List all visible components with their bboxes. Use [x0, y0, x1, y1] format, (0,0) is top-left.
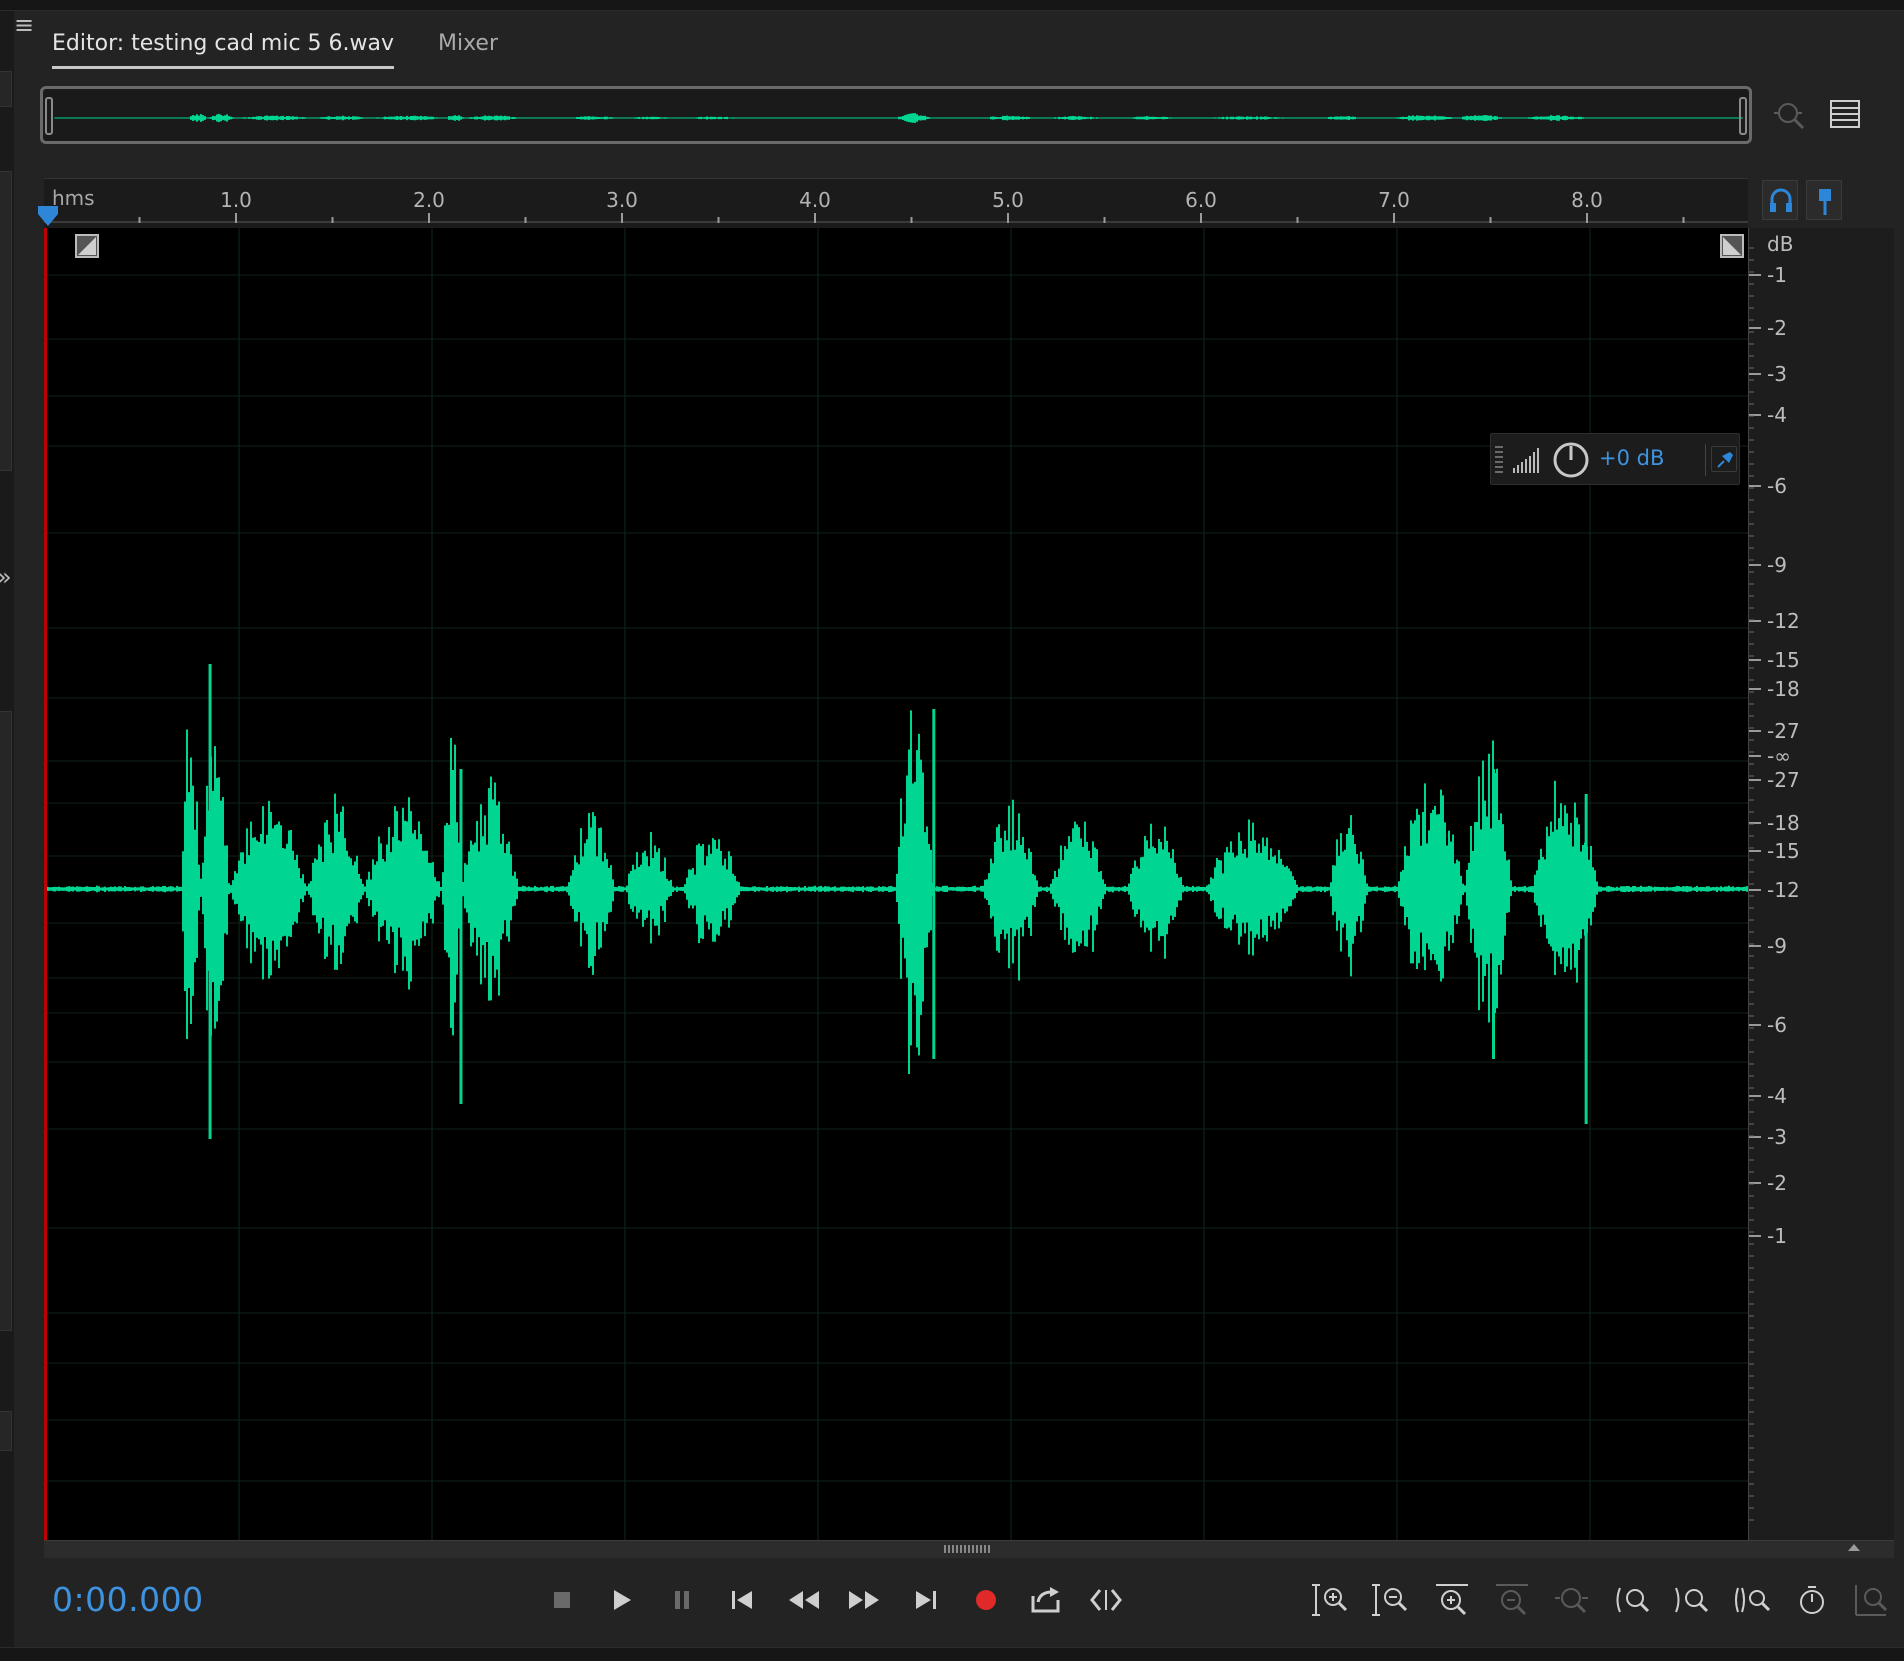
- ruler-tick-label: 2.0: [413, 188, 445, 212]
- db-scale-label: -4: [1767, 403, 1787, 427]
- gain-value: +0 dB: [1599, 446, 1665, 470]
- zoom-in-time-icon[interactable]: [1430, 1578, 1474, 1622]
- zoom-out-point-icon[interactable]: [1670, 1578, 1714, 1622]
- db-scale-label: -2: [1767, 316, 1787, 340]
- db-scale-label: -15: [1767, 648, 1800, 672]
- fast-forward-button[interactable]: [842, 1578, 886, 1622]
- db-scale-label: -12: [1767, 878, 1800, 902]
- db-scale-label: -15: [1767, 839, 1800, 863]
- horizontal-scrollbar[interactable]: [44, 1540, 1894, 1558]
- pause-button[interactable]: [660, 1578, 704, 1622]
- transport-bar: 0:00.000: [14, 1558, 1904, 1647]
- tab-editor[interactable]: Editor: testing cad mic 5 6.wav: [52, 31, 395, 69]
- panel-tabs: Editor: testing cad mic 5 6.wav ≡ Mixer: [14, 11, 1904, 71]
- stop-button[interactable]: [540, 1578, 584, 1622]
- left-panel-collapsed[interactable]: »: [0, 11, 14, 1661]
- db-scale-label: -3: [1767, 1125, 1787, 1149]
- ruler-tick-label: 7.0: [1378, 188, 1410, 212]
- ruler-tick-label: 4.0: [799, 188, 831, 212]
- expand-panel-icon[interactable]: »: [0, 563, 12, 591]
- db-scale-label: -9: [1767, 553, 1787, 577]
- loop-playback-button[interactable]: [1024, 1578, 1068, 1622]
- db-scale-label: -18: [1767, 811, 1800, 835]
- scroll-up-arrow-icon[interactable]: [1848, 1544, 1860, 1551]
- overview-waveform: [54, 113, 1743, 123]
- overview-handle-right[interactable]: [1739, 97, 1747, 135]
- db-scale-label: -6: [1767, 474, 1787, 498]
- db-scale-label: -6: [1767, 1013, 1787, 1037]
- db-scale-label: -4: [1767, 1084, 1787, 1108]
- top-edge-bar: [0, 0, 1904, 11]
- db-scale-label: -27: [1767, 719, 1800, 743]
- timeline-ruler[interactable]: 1.0 2.0 3.0 4.0 5.0 6.0 7.0 8.0 hms: [44, 178, 1748, 228]
- ruler-tick-label: 3.0: [606, 188, 638, 212]
- zoom-out-amplitude-icon[interactable]: [1370, 1578, 1414, 1622]
- db-scale-label: -18: [1767, 677, 1800, 701]
- overview-trace: [54, 113, 1742, 123]
- waveform-display[interactable]: [44, 228, 1748, 1540]
- signal-level-icon: [1513, 448, 1539, 473]
- zoom-reset-icon[interactable]: [1790, 1578, 1834, 1622]
- ruler-tick-label: 5.0: [992, 188, 1024, 212]
- db-scale-label: -12: [1767, 609, 1800, 633]
- playhead-marker-icon[interactable]: [1806, 180, 1842, 220]
- skip-to-end-button[interactable]: [904, 1578, 948, 1622]
- ruler-tick-label: 1.0: [220, 188, 252, 212]
- zoom-in-point-icon[interactable]: [1610, 1578, 1654, 1622]
- overview-navigator[interactable]: [40, 86, 1752, 144]
- list-icon[interactable]: [1830, 100, 1860, 132]
- left-panel-segment: [0, 71, 12, 107]
- db-scale-label: -1: [1767, 1224, 1787, 1248]
- pin-icon[interactable]: [1711, 446, 1737, 472]
- db-scale-label: -1: [1767, 263, 1787, 287]
- ruler-tick-label: 6.0: [1185, 188, 1217, 212]
- zoom-out-time-icon[interactable]: [1490, 1578, 1534, 1622]
- zoom-selection-icon[interactable]: [1730, 1578, 1774, 1622]
- zoom-tool-icon[interactable]: [1850, 1578, 1894, 1622]
- tab-mixer[interactable]: Mixer: [438, 31, 498, 56]
- gain-hud[interactable]: +0 dB: [1490, 433, 1740, 485]
- skip-to-start-button[interactable]: [720, 1578, 764, 1622]
- hud-divider: [1705, 444, 1706, 476]
- left-panel-segment: [0, 171, 12, 471]
- scrollbar-grip[interactable]: [944, 1545, 992, 1553]
- db-scale-label: -27: [1767, 768, 1800, 792]
- ruler-ticks: 1.0 2.0 3.0 4.0 5.0 6.0 7.0 8.0: [44, 188, 1748, 223]
- db-scale-label: -2: [1767, 1171, 1787, 1195]
- db-scale-label: -3: [1767, 362, 1787, 386]
- zoom-in-amplitude-icon[interactable]: [1310, 1578, 1354, 1622]
- zoom-selection-icon[interactable]: [1772, 97, 1808, 137]
- gain-knob-icon[interactable]: [1553, 442, 1589, 478]
- db-scale-label: -9: [1767, 934, 1787, 958]
- hud-grip-handle[interactable]: [1495, 446, 1503, 474]
- left-panel-segment: [0, 1411, 12, 1451]
- bottom-edge-bar: [0, 1647, 1904, 1661]
- playhead-marker[interactable]: [36, 204, 60, 228]
- record-button[interactable]: [964, 1578, 1008, 1622]
- waveform-canvas: [47, 228, 1748, 1540]
- left-panel-segment: [0, 711, 12, 1331]
- rewind-button[interactable]: [782, 1578, 826, 1622]
- ruler-tick-label: 8.0: [1571, 188, 1603, 212]
- skip-silence-button[interactable]: [1084, 1578, 1128, 1622]
- zoom-full-icon[interactable]: [1550, 1578, 1594, 1622]
- overview-handle-left[interactable]: [45, 97, 53, 135]
- db-scale-header: dB: [1767, 232, 1794, 256]
- play-button[interactable]: [600, 1578, 644, 1622]
- timecode-display[interactable]: 0:00.000: [52, 1580, 204, 1619]
- db-scale: dB -1 -2 -3 -4 -6 -9 -12 -15 -18 -27 -∞ -27 -18 -15 -12…: [1748, 228, 1894, 1540]
- db-scale-label: -∞: [1767, 744, 1791, 768]
- headphone-button[interactable]: [1762, 180, 1798, 220]
